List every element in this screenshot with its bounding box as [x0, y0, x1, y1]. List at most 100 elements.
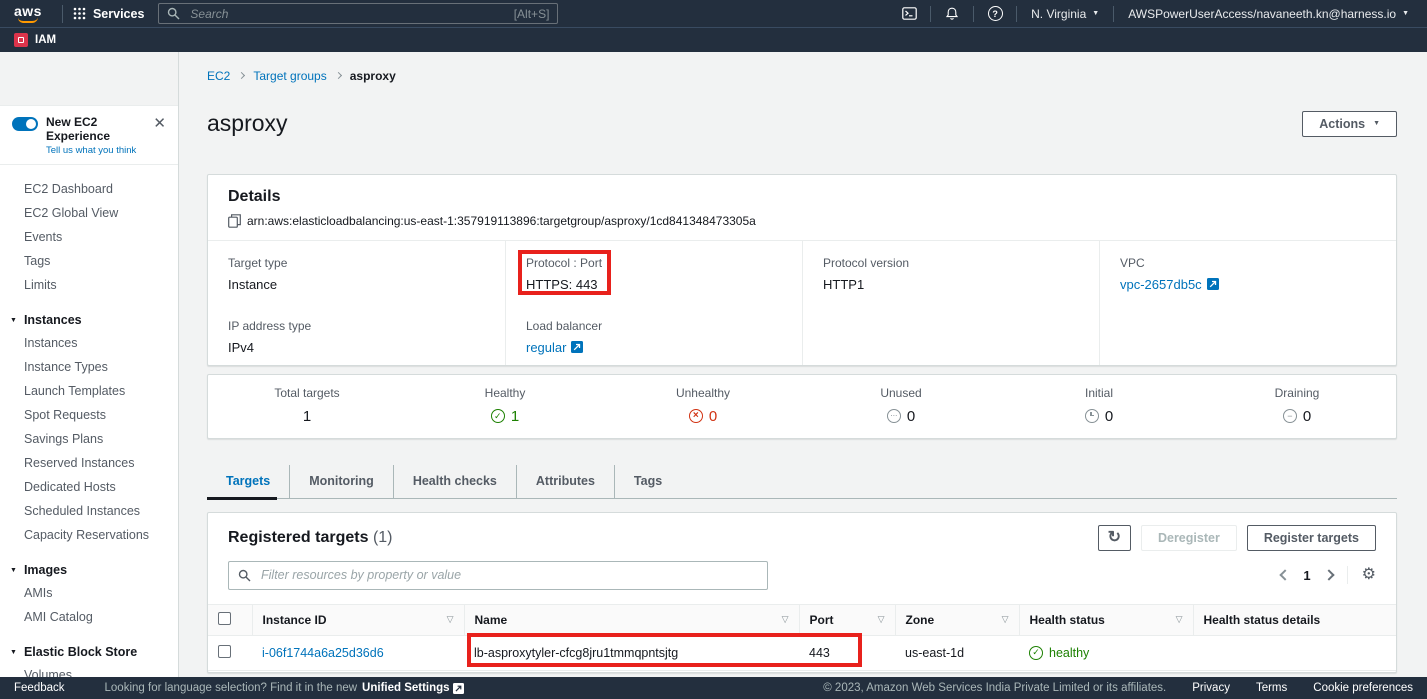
field-label: Protocol version [823, 256, 1079, 270]
sidebar-item-ami-catalog[interactable]: AMI Catalog [0, 605, 178, 629]
field-label: Load balancer [526, 319, 782, 333]
external-link-icon [1207, 278, 1219, 290]
copy-icon[interactable] [228, 214, 241, 228]
new-experience-panel: New EC2 Experience Tell us what you thin… [0, 105, 178, 165]
sort-icon[interactable]: ▽ [782, 614, 789, 625]
sidebar-item-tags[interactable]: Tags [0, 249, 178, 273]
sidebar-item-launch-templates[interactable]: Launch Templates [0, 379, 178, 403]
refresh-button[interactable]: ↻ [1098, 525, 1131, 551]
triangle-down-icon: ▼ [10, 317, 17, 324]
sidebar-item-reserved-instances[interactable]: Reserved Instances [0, 451, 178, 475]
sidebar-item-spot-requests[interactable]: Spot Requests [0, 403, 178, 427]
target-name-cell: lb-asproxytyler-cfcg8jru1tmmqpntsjtg [464, 635, 799, 670]
cookie-preferences-link[interactable]: Cookie preferences [1313, 682, 1413, 694]
language-hint: Looking for language selection? Find it … [105, 682, 464, 694]
actions-button[interactable]: Actions ▼ [1302, 111, 1397, 137]
instance-id-link[interactable]: i-06f1744a6a25d36d6 [262, 646, 384, 660]
sidebar-section-instances[interactable]: ▼ Instances [0, 309, 178, 331]
dots-circle-icon: ⋯ [887, 409, 901, 423]
region-selector[interactable]: N. Virginia ▼ [1025, 7, 1105, 21]
healthy-count: ✓ 1 [491, 408, 519, 425]
sidebar-nav: EC2 Dashboard EC2 Global View Events Tag… [0, 165, 178, 679]
sort-icon[interactable]: ▽ [1176, 614, 1183, 625]
check-circle-icon: ✓ [491, 409, 505, 423]
previous-page-icon[interactable] [1280, 570, 1291, 581]
divider [930, 6, 931, 22]
page-title: asproxy [207, 110, 288, 137]
external-link-icon [571, 341, 583, 353]
vpc-link[interactable]: vpc-2657db5c [1120, 277, 1376, 292]
notifications-bell-icon[interactable] [939, 7, 965, 21]
clock-circle-icon [1085, 409, 1099, 423]
sidebar-section-ebs[interactable]: ▼ Elastic Block Store [0, 641, 178, 663]
help-icon[interactable]: ? [982, 6, 1008, 21]
filter-input[interactable] [259, 567, 758, 583]
page-number[interactable]: 1 [1303, 568, 1310, 583]
sidebar-item-ec2-global-view[interactable]: EC2 Global View [0, 201, 178, 225]
targets-filter[interactable] [228, 561, 768, 590]
new-experience-toggle[interactable] [12, 117, 38, 131]
row-checkbox[interactable] [218, 645, 231, 658]
deregister-button[interactable]: Deregister [1141, 525, 1237, 551]
sort-icon[interactable]: ▽ [447, 614, 454, 625]
health-summary-panel: Total targets 1 Healthy ✓ 1 Unhealthy × … [207, 374, 1397, 439]
register-targets-button[interactable]: Register targets [1247, 525, 1376, 551]
pagination: 1 ⚙ [1281, 566, 1376, 584]
global-search[interactable]: [Alt+S] [158, 3, 558, 24]
divider [1113, 6, 1114, 22]
registered-targets-panel: Registered targets (1) ↻ Deregister Regi… [207, 512, 1397, 673]
tab-tags[interactable]: Tags [614, 465, 681, 498]
feedback-link[interactable]: Feedback [14, 682, 65, 694]
sidebar-item-limits[interactable]: Limits [0, 273, 178, 297]
gear-icon[interactable]: ⚙ [1362, 567, 1376, 583]
stat-label: Unused [880, 386, 921, 400]
sidebar-item-ec2-dashboard[interactable]: EC2 Dashboard [0, 177, 178, 201]
tab-targets[interactable]: Targets [207, 465, 289, 498]
sidebar-section-images[interactable]: ▼ Images [0, 559, 178, 581]
sort-icon[interactable]: ▽ [878, 614, 885, 625]
search-input[interactable] [188, 6, 505, 22]
tab-attributes[interactable]: Attributes [516, 465, 614, 498]
external-link-icon [453, 683, 464, 694]
console-footer: Feedback Looking for language selection?… [0, 677, 1427, 699]
cloudshell-icon[interactable] [896, 7, 922, 20]
sidebar-item-instances[interactable]: Instances [0, 331, 178, 355]
main-content: EC2 Target groups asproxy asproxy Action… [180, 52, 1427, 677]
favorite-iam-link[interactable]: IAM [35, 34, 56, 46]
sort-icon[interactable]: ▽ [1002, 614, 1009, 625]
tab-monitoring[interactable]: Monitoring [289, 465, 393, 498]
check-circle-icon: ✓ [1029, 646, 1043, 660]
refresh-icon: ↻ [1108, 531, 1121, 545]
services-menu[interactable]: Services [73, 7, 144, 21]
account-menu[interactable]: AWSPowerUserAccess/navaneeth.kn@harness.… [1122, 7, 1415, 21]
field-label: Protocol : Port [526, 256, 602, 270]
terms-link[interactable]: Terms [1256, 682, 1287, 694]
chevron-down-icon: ▼ [1092, 10, 1099, 17]
sidebar-item-dedicated-hosts[interactable]: Dedicated Hosts [0, 475, 178, 499]
registered-targets-title: Registered targets (1) [228, 529, 393, 547]
tab-health-checks[interactable]: Health checks [393, 465, 516, 498]
draining-count: − 0 [1283, 408, 1311, 425]
load-balancer-link[interactable]: regular [526, 340, 782, 355]
health-details-cell [1193, 635, 1396, 670]
breadcrumb-ec2[interactable]: EC2 [207, 69, 230, 83]
stat-label: Healthy [485, 386, 526, 400]
privacy-link[interactable]: Privacy [1192, 682, 1230, 694]
aws-logo[interactable]: aws [14, 5, 42, 23]
toggle-label: New EC2 Experience [46, 115, 143, 143]
sidebar-item-scheduled-instances[interactable]: Scheduled Instances [0, 499, 178, 523]
next-page-icon[interactable] [1323, 570, 1334, 581]
select-all-checkbox[interactable] [218, 612, 231, 625]
unified-settings-link[interactable]: Unified Settings [362, 682, 464, 694]
feedback-link[interactable]: Tell us what you think [46, 145, 143, 156]
sidebar-item-amis[interactable]: AMIs [0, 581, 178, 605]
divider [1347, 566, 1348, 584]
breadcrumb-target-groups[interactable]: Target groups [253, 69, 326, 83]
sidebar-item-savings-plans[interactable]: Savings Plans [0, 427, 178, 451]
sidebar-item-instance-types[interactable]: Instance Types [0, 355, 178, 379]
targets-table: Instance ID▽ Name▽ Port▽ Zone▽ Health st… [208, 604, 1396, 671]
target-zone-cell: us-east-1d [895, 635, 1019, 670]
close-icon[interactable]: ✕ [151, 115, 168, 133]
sidebar-item-events[interactable]: Events [0, 225, 178, 249]
sidebar-item-capacity-reservations[interactable]: Capacity Reservations [0, 523, 178, 547]
